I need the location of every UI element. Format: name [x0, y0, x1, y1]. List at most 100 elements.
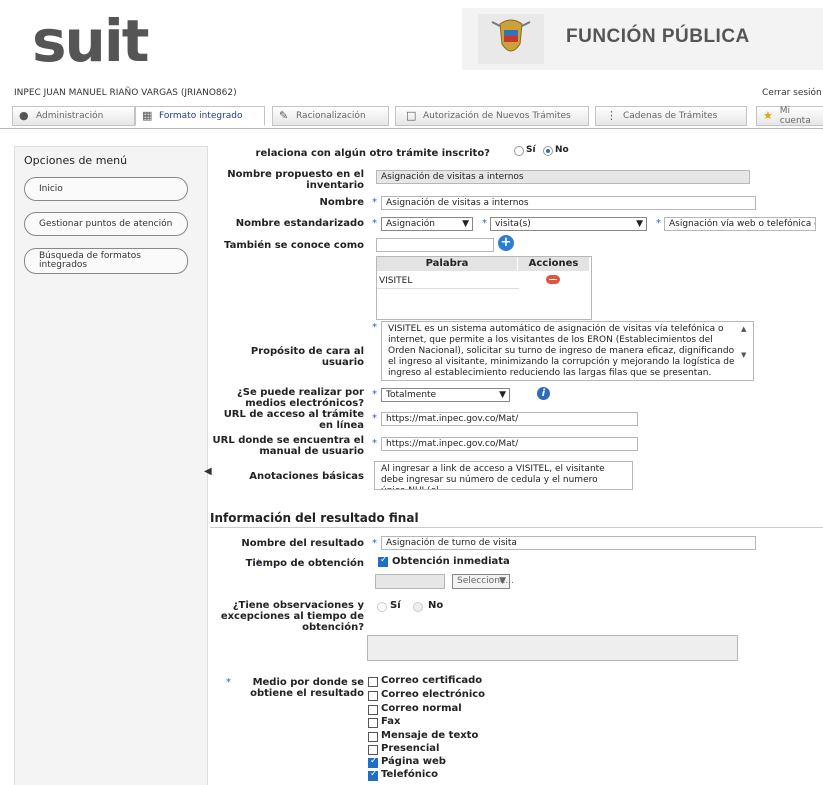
related-no-radio[interactable]	[543, 146, 553, 156]
notes-label: Anotaciones básicas	[249, 471, 364, 482]
medium-checkbox[interactable]	[368, 732, 378, 742]
sidebar	[14, 146, 208, 785]
medium-label: Medio por donde se obtiene el resultado	[250, 677, 364, 699]
medium-label-item: Correo normal	[381, 703, 462, 714]
medium-checkbox[interactable]	[368, 691, 378, 701]
medium-checkbox[interactable]	[368, 718, 378, 728]
table-row: VISITEL	[377, 276, 519, 289]
related-si-radio[interactable]	[514, 146, 524, 156]
tab-label: Autorización de Nuevos Trámites	[423, 111, 571, 121]
medium-label-item: Presencial	[381, 743, 440, 754]
required-marker: *	[372, 218, 377, 229]
immediate-label: Obtención inmediata	[392, 556, 510, 567]
aka-label: También se conoce como	[224, 240, 364, 251]
tab-mi-cuenta[interactable]: ★ Mi cuenta	[756, 106, 823, 126]
chevron-down-icon: ▼	[636, 219, 643, 229]
info-icon[interactable]: i	[537, 387, 550, 400]
document-icon: □	[406, 109, 417, 122]
scroll-up-icon[interactable]: ▲	[741, 325, 746, 333]
collapse-sidebar-icon[interactable]: ◀	[204, 466, 212, 480]
section-title: Información del resultado final	[210, 511, 419, 525]
delete-icon[interactable]	[546, 275, 560, 284]
required-marker: *	[372, 538, 377, 549]
name-field[interactable]: Asignación de visitas a internos	[381, 196, 756, 210]
required-marker: *	[482, 218, 487, 229]
sidebar-item-inicio[interactable]: Inicio	[24, 177, 188, 201]
electronic-label: ¿Se puede realizar por medios electrónic…	[236, 387, 364, 409]
time-unit-select[interactable]: Seleccione... ▼	[452, 574, 514, 589]
tab-label: Mi cuenta	[779, 106, 811, 126]
table-header-palabra: Palabra	[377, 257, 517, 271]
name-label: Nombre	[319, 197, 364, 208]
url-manual-field[interactable]: https://mat.inpec.gov.co/Mat/	[381, 437, 638, 451]
std-name-label: Nombre estandarizado	[235, 218, 364, 229]
add-icon[interactable]: +	[498, 235, 514, 251]
std-name-select-1[interactable]: Asignación ▼	[381, 217, 473, 231]
tab-label: Racionalización	[296, 111, 366, 121]
chain-icon: ⋮	[606, 109, 617, 122]
medium-checkbox[interactable]	[368, 756, 378, 768]
sidebar-item-busqueda-formatos[interactable]: Búsqueda de formatos integrados	[24, 248, 188, 274]
required-marker: *	[372, 389, 377, 400]
medium-checkbox[interactable]	[368, 705, 378, 715]
tab-formato-integrado[interactable]: ▦ Formato integrado	[135, 106, 265, 126]
suit-logo: suit	[32, 7, 149, 75]
proposed-name-label: Nombre propuesto en el inventario	[227, 169, 364, 191]
coat-of-arms-icon	[478, 14, 544, 64]
required-marker: *	[372, 438, 377, 449]
obs-textarea	[367, 635, 738, 661]
tab-label: Cadenas de Trámites	[623, 111, 718, 121]
time-label: Tiempo de obtención	[245, 558, 364, 569]
tab-label: Formato integrado	[159, 111, 243, 121]
immediate-checkbox[interactable]	[378, 555, 388, 567]
form-icon: ▦	[142, 109, 153, 122]
divider	[210, 527, 823, 528]
user-info: INPEC JUAN MANUEL RIAÑO VARGAS (JRIANO86…	[14, 88, 237, 98]
related-no-label: No	[555, 145, 569, 155]
tab-autorizacion[interactable]: □ Autorización de Nuevos Trámites	[395, 106, 589, 126]
required-marker: *	[372, 322, 377, 333]
purpose-label: Propósito de cara al usuario	[250, 346, 364, 368]
result-name-field[interactable]: Asignación de turno de visita	[381, 536, 756, 550]
sidebar-item-label: Inicio	[39, 184, 63, 194]
required-marker: *	[372, 413, 377, 424]
sidebar-item-gestionar-puntos[interactable]: Gestionar puntos de atención	[24, 212, 188, 236]
org-title: FUNCIÓN PÚBLICA	[566, 26, 750, 47]
required-marker: *	[372, 197, 377, 208]
tab-label: Administración	[36, 111, 104, 121]
users-icon: ●	[19, 109, 29, 122]
electronic-select[interactable]: Totalmente ▼	[381, 388, 510, 402]
obs-si-radio[interactable]	[377, 602, 387, 612]
tab-cadenas[interactable]: ⋮ Cadenas de Trámites	[595, 106, 747, 126]
table-cell: VISITEL	[379, 276, 413, 286]
tab-administracion[interactable]: ● Administración	[12, 106, 135, 126]
chevron-down-icon: ▼	[499, 390, 506, 400]
std-name-select-2[interactable]: visita(s) ▼	[490, 217, 647, 231]
proposed-name-field: Asignación de visitas a internos	[376, 170, 750, 184]
select-value: Asignación	[386, 219, 435, 229]
time-quantity-field	[375, 574, 445, 589]
sidebar-item-label: Búsqueda de formatos integrados	[39, 251, 141, 270]
required-marker: *	[656, 218, 661, 229]
obs-no-radio[interactable]	[413, 602, 423, 612]
obs-si-label: Sí	[390, 600, 401, 611]
std-name-text-field[interactable]: Asignación vía web o telefónica de	[664, 217, 816, 231]
medium-label-item: Mensaje de texto	[381, 730, 479, 741]
url-access-label: URL de acceso al trámite en línea	[223, 409, 364, 431]
obs-no-label: No	[428, 600, 444, 611]
url-access-field[interactable]: https://mat.inpec.gov.co/Mat/	[381, 412, 638, 426]
notes-textarea[interactable]: Al ingresar a link de acceso a VISITEL, …	[374, 461, 633, 490]
select-value: visita(s)	[495, 219, 531, 229]
purpose-textarea[interactable]: VISITEL es un sistema automático de asig…	[381, 321, 754, 381]
medium-checkbox[interactable]	[368, 769, 378, 781]
aka-input[interactable]	[376, 238, 494, 252]
table-header-acciones: Acciones	[518, 257, 589, 271]
logout-link[interactable]: Cerrar sesión	[762, 88, 822, 98]
medium-label-item: Página web	[381, 756, 446, 767]
related-si-label: Sí	[526, 145, 536, 155]
scroll-down-icon[interactable]: ▼	[741, 351, 746, 359]
medium-checkbox[interactable]	[368, 745, 378, 755]
medium-checkbox[interactable]	[368, 677, 378, 687]
medium-label-item: Telefónico	[381, 769, 439, 780]
tab-racionalizacion[interactable]: ✎ Racionalización	[272, 106, 389, 126]
